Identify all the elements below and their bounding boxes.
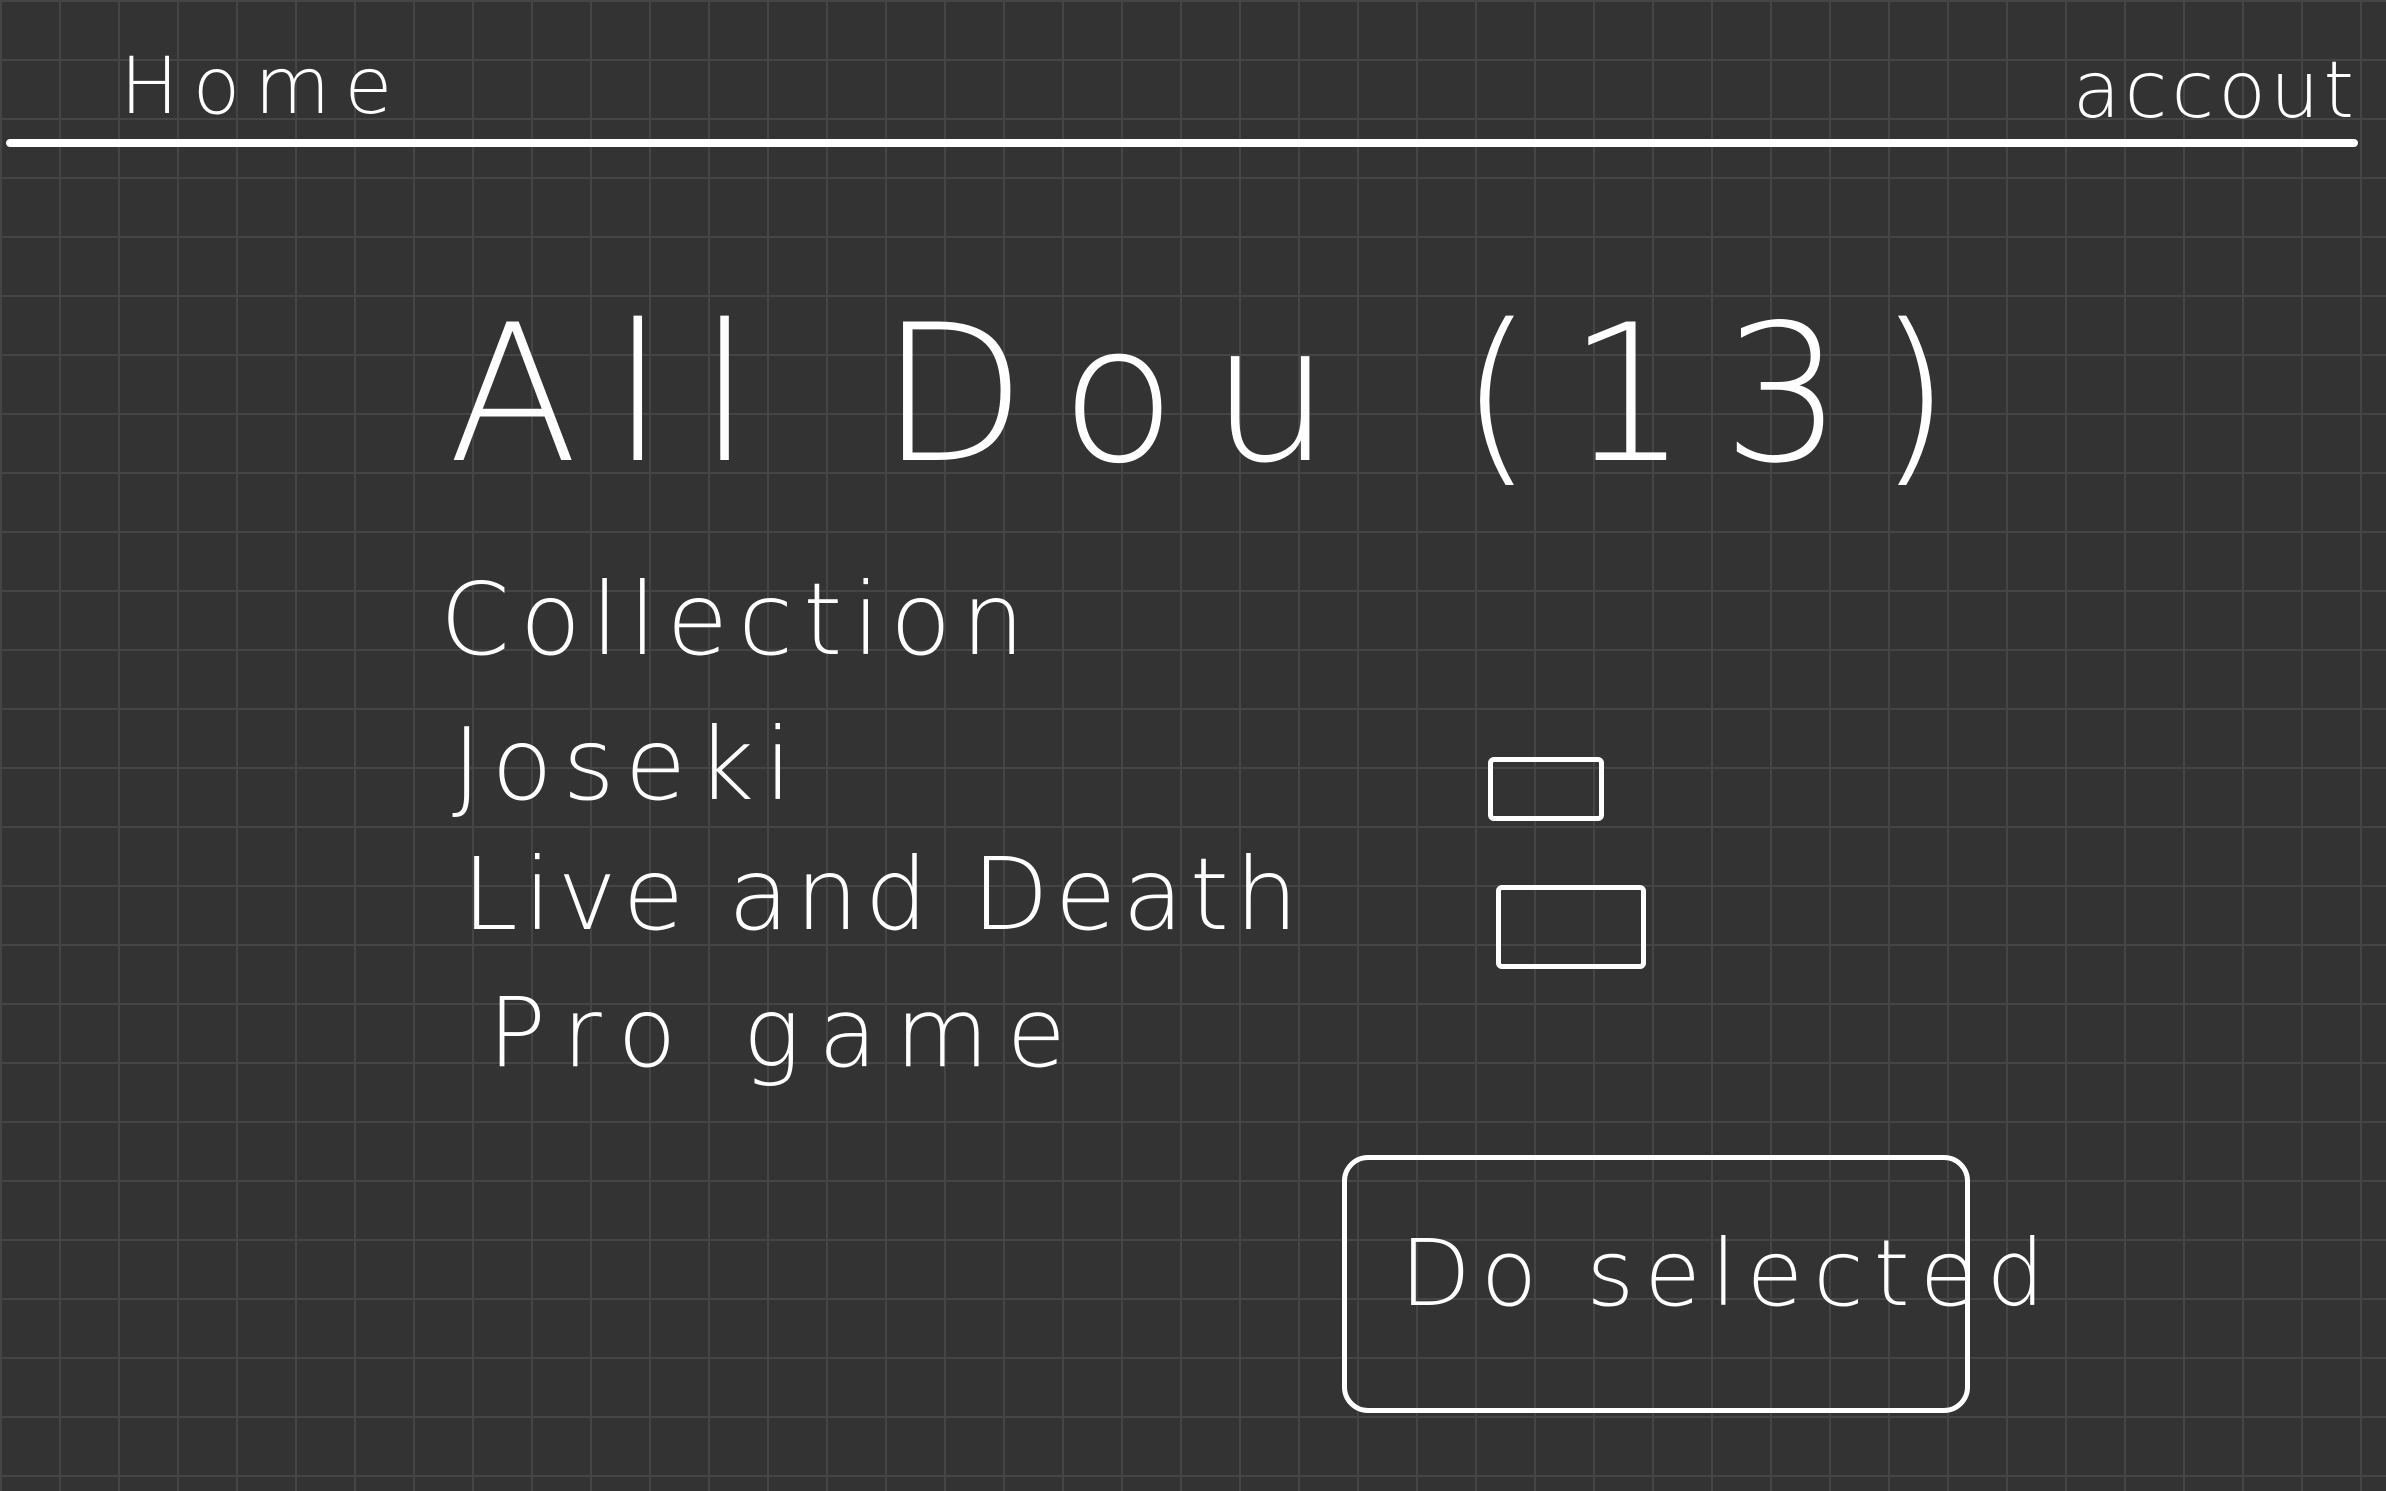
page-title: All Dou (13)	[448, 284, 1986, 505]
do-selected-label: Do selected	[1400, 1220, 2055, 1327]
category-joseki[interactable]: Joseki	[452, 715, 802, 815]
nav-account-link[interactable]: accout	[2073, 52, 2358, 130]
joseki-checkbox[interactable]	[1488, 757, 1604, 821]
category-collection[interactable]: Collection	[440, 570, 1035, 670]
nav-home-link[interactable]: Home	[120, 48, 406, 126]
live-and-death-checkbox[interactable]	[1496, 885, 1646, 969]
header-divider	[6, 139, 2358, 147]
category-live-and-death[interactable]: Live and Death	[462, 845, 1304, 945]
category-pro-game[interactable]: Pro game	[488, 985, 1084, 1081]
